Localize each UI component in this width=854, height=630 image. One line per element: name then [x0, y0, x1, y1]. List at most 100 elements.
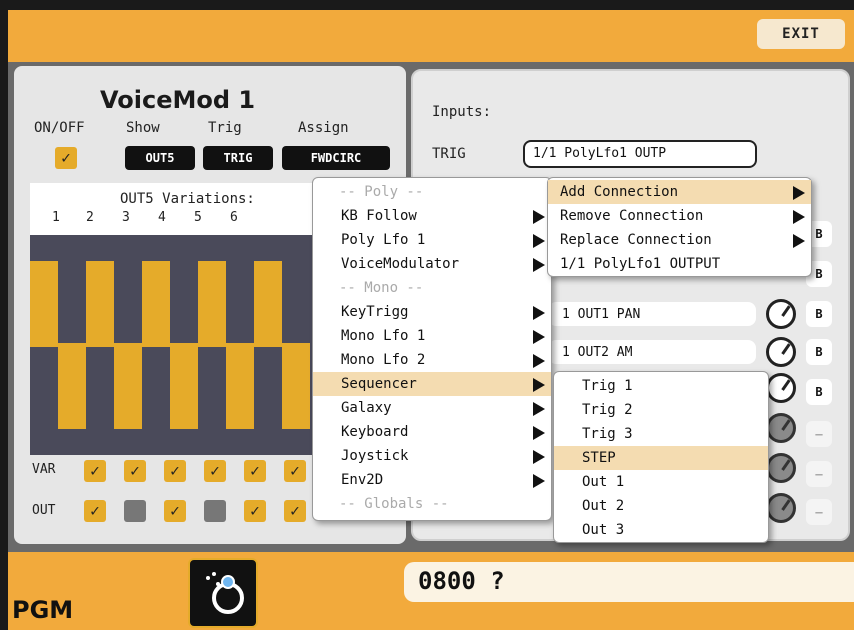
menu-item[interactable]: Out 1 [554, 470, 768, 494]
var-checkbox[interactable]: ✓ [84, 460, 106, 482]
amount-knob[interactable] [766, 453, 796, 483]
menu-item-label: Out 1 [582, 474, 625, 490]
menu-item[interactable]: Trig 2 [554, 398, 768, 422]
disabled-button[interactable]: – [806, 421, 832, 447]
submenu-arrow-icon [793, 186, 805, 200]
program-icon [206, 572, 244, 614]
menu-item[interactable]: Trig 1 [554, 374, 768, 398]
connection-action-menu: Add Connection Remove Connection Replace C… [547, 177, 812, 277]
var-checkbox[interactable]: ✓ [124, 460, 146, 482]
menu-section-header: -- Poly -- [313, 180, 551, 204]
var-checkbox[interactable]: ✓ [244, 460, 266, 482]
menu-item-label: KeyTrigg [341, 304, 409, 320]
trig-button[interactable]: TRIG [203, 146, 273, 170]
var-checkbox[interactable]: ✓ [204, 460, 226, 482]
sequencer-output-menu: Trig 1 Trig 2 Trig 3 STEP Out 1 Out 2 Out 3 [553, 371, 769, 543]
menu-item[interactable]: Out 3 [554, 518, 768, 542]
step-bar[interactable] [86, 261, 114, 347]
var-checkbox[interactable]: ✓ [164, 460, 186, 482]
step-bar[interactable] [142, 261, 170, 347]
trig-label: Trig [208, 120, 242, 136]
step-bar[interactable] [226, 343, 254, 429]
menu-item[interactable]: Mono Lfo 1 [313, 324, 551, 348]
amount-knob[interactable] [766, 299, 796, 329]
menu-item[interactable]: KB Follow [313, 204, 551, 228]
onoff-label: ON/OFF [34, 120, 85, 136]
variations-grid: OUT5 Variations: 1 2 3 4 5 6 [30, 183, 320, 455]
assign-button[interactable]: FWDCIRC [282, 146, 390, 170]
menu-item-label: Trig 1 [582, 378, 633, 394]
b-button[interactable]: B [806, 339, 832, 365]
trig-input-field[interactable]: 1/1 PolyLfo1 OUTP [523, 140, 757, 168]
trig-input-label: TRIG [432, 146, 466, 162]
onoff-checkbox[interactable]: ✓ [55, 147, 77, 169]
menu-item[interactable]: Mono Lfo 2 [313, 348, 551, 372]
menu-item-label: Joystick [341, 448, 409, 464]
menu-item[interactable]: Env2D [313, 468, 551, 492]
out-row-label: OUT [32, 503, 56, 518]
menu-section-header: -- Mono -- [313, 276, 551, 300]
b-button[interactable]: B [806, 379, 832, 405]
disabled-button[interactable]: – [806, 461, 832, 487]
b-button[interactable]: B [806, 301, 832, 327]
top-bar [8, 10, 854, 62]
inputs-label: Inputs: [432, 104, 492, 120]
menu-item-label: Sequencer [341, 376, 417, 392]
menu-item[interactable]: Trig 3 [554, 422, 768, 446]
menu-item-label: Poly Lfo 1 [341, 232, 426, 248]
out-checkbox[interactable]: ✓ [84, 500, 106, 522]
connection-row[interactable]: 1 OUT1 PAN [548, 302, 756, 326]
status-text: 0800 ? [418, 567, 505, 595]
menu-item-label: -- Mono -- [339, 280, 424, 296]
menu-item[interactable]: Poly Lfo 1 [313, 228, 551, 252]
menu-item-label: VoiceModulator [341, 256, 460, 272]
show-outs-button[interactable]: OUT5 [125, 146, 195, 170]
menu-item-label: 1/1 PolyLfo1 OUTPUT [560, 256, 721, 272]
step-bar[interactable] [198, 261, 226, 347]
out-checkbox[interactable] [124, 500, 146, 522]
menu-item-label: Keyboard [341, 424, 409, 440]
step-bar[interactable] [282, 343, 310, 429]
menu-item-label: KB Follow [341, 208, 417, 224]
menu-item[interactable]: Add Connection [548, 180, 811, 204]
menu-item[interactable]: Out 2 [554, 494, 768, 518]
amount-knob[interactable] [766, 413, 796, 443]
amount-knob[interactable] [766, 493, 796, 523]
out-checkbox[interactable] [204, 500, 226, 522]
out-checkbox[interactable]: ✓ [284, 500, 306, 522]
submenu-arrow-icon [533, 330, 545, 344]
step-bar[interactable] [58, 343, 86, 429]
menu-item[interactable]: Galaxy [313, 396, 551, 420]
out-checkbox[interactable]: ✓ [244, 500, 266, 522]
menu-item-label: Out 3 [582, 522, 625, 538]
program-selector[interactable] [188, 558, 258, 628]
submenu-arrow-icon [793, 210, 805, 224]
menu-item[interactable]: Remove Connection [548, 204, 811, 228]
submenu-arrow-icon [533, 210, 545, 224]
out-checkbox[interactable]: ✓ [164, 500, 186, 522]
menu-item-label: Add Connection [560, 184, 679, 200]
step-bar[interactable] [254, 261, 282, 347]
step-bar[interactable] [114, 343, 142, 429]
menu-item[interactable]: Keyboard [313, 420, 551, 444]
var-checkbox[interactable]: ✓ [284, 460, 306, 482]
grid-header: OUT5 Variations: 1 2 3 4 5 6 [30, 183, 320, 235]
menu-section-header: -- Globals -- [313, 492, 551, 516]
disabled-button[interactable]: – [806, 499, 832, 525]
menu-item[interactable]: STEP [554, 446, 768, 470]
menu-item[interactable]: Joystick [313, 444, 551, 468]
step-bar[interactable] [30, 261, 58, 347]
exit-button[interactable]: EXIT [757, 19, 845, 49]
connection-row[interactable]: 1 OUT2 AM [548, 340, 756, 364]
amount-knob[interactable] [766, 373, 796, 403]
step-bar[interactable] [170, 343, 198, 429]
menu-item[interactable]: KeyTrigg [313, 300, 551, 324]
step-sequence[interactable] [30, 235, 320, 455]
menu-item[interactable]: Replace Connection [548, 228, 811, 252]
submenu-arrow-icon [533, 402, 545, 416]
assign-label: Assign [298, 120, 349, 136]
menu-item[interactable]: Sequencer [313, 372, 551, 396]
menu-item[interactable]: 1/1 PolyLfo1 OUTPUT [548, 252, 811, 276]
menu-item[interactable]: VoiceModulator [313, 252, 551, 276]
amount-knob[interactable] [766, 337, 796, 367]
